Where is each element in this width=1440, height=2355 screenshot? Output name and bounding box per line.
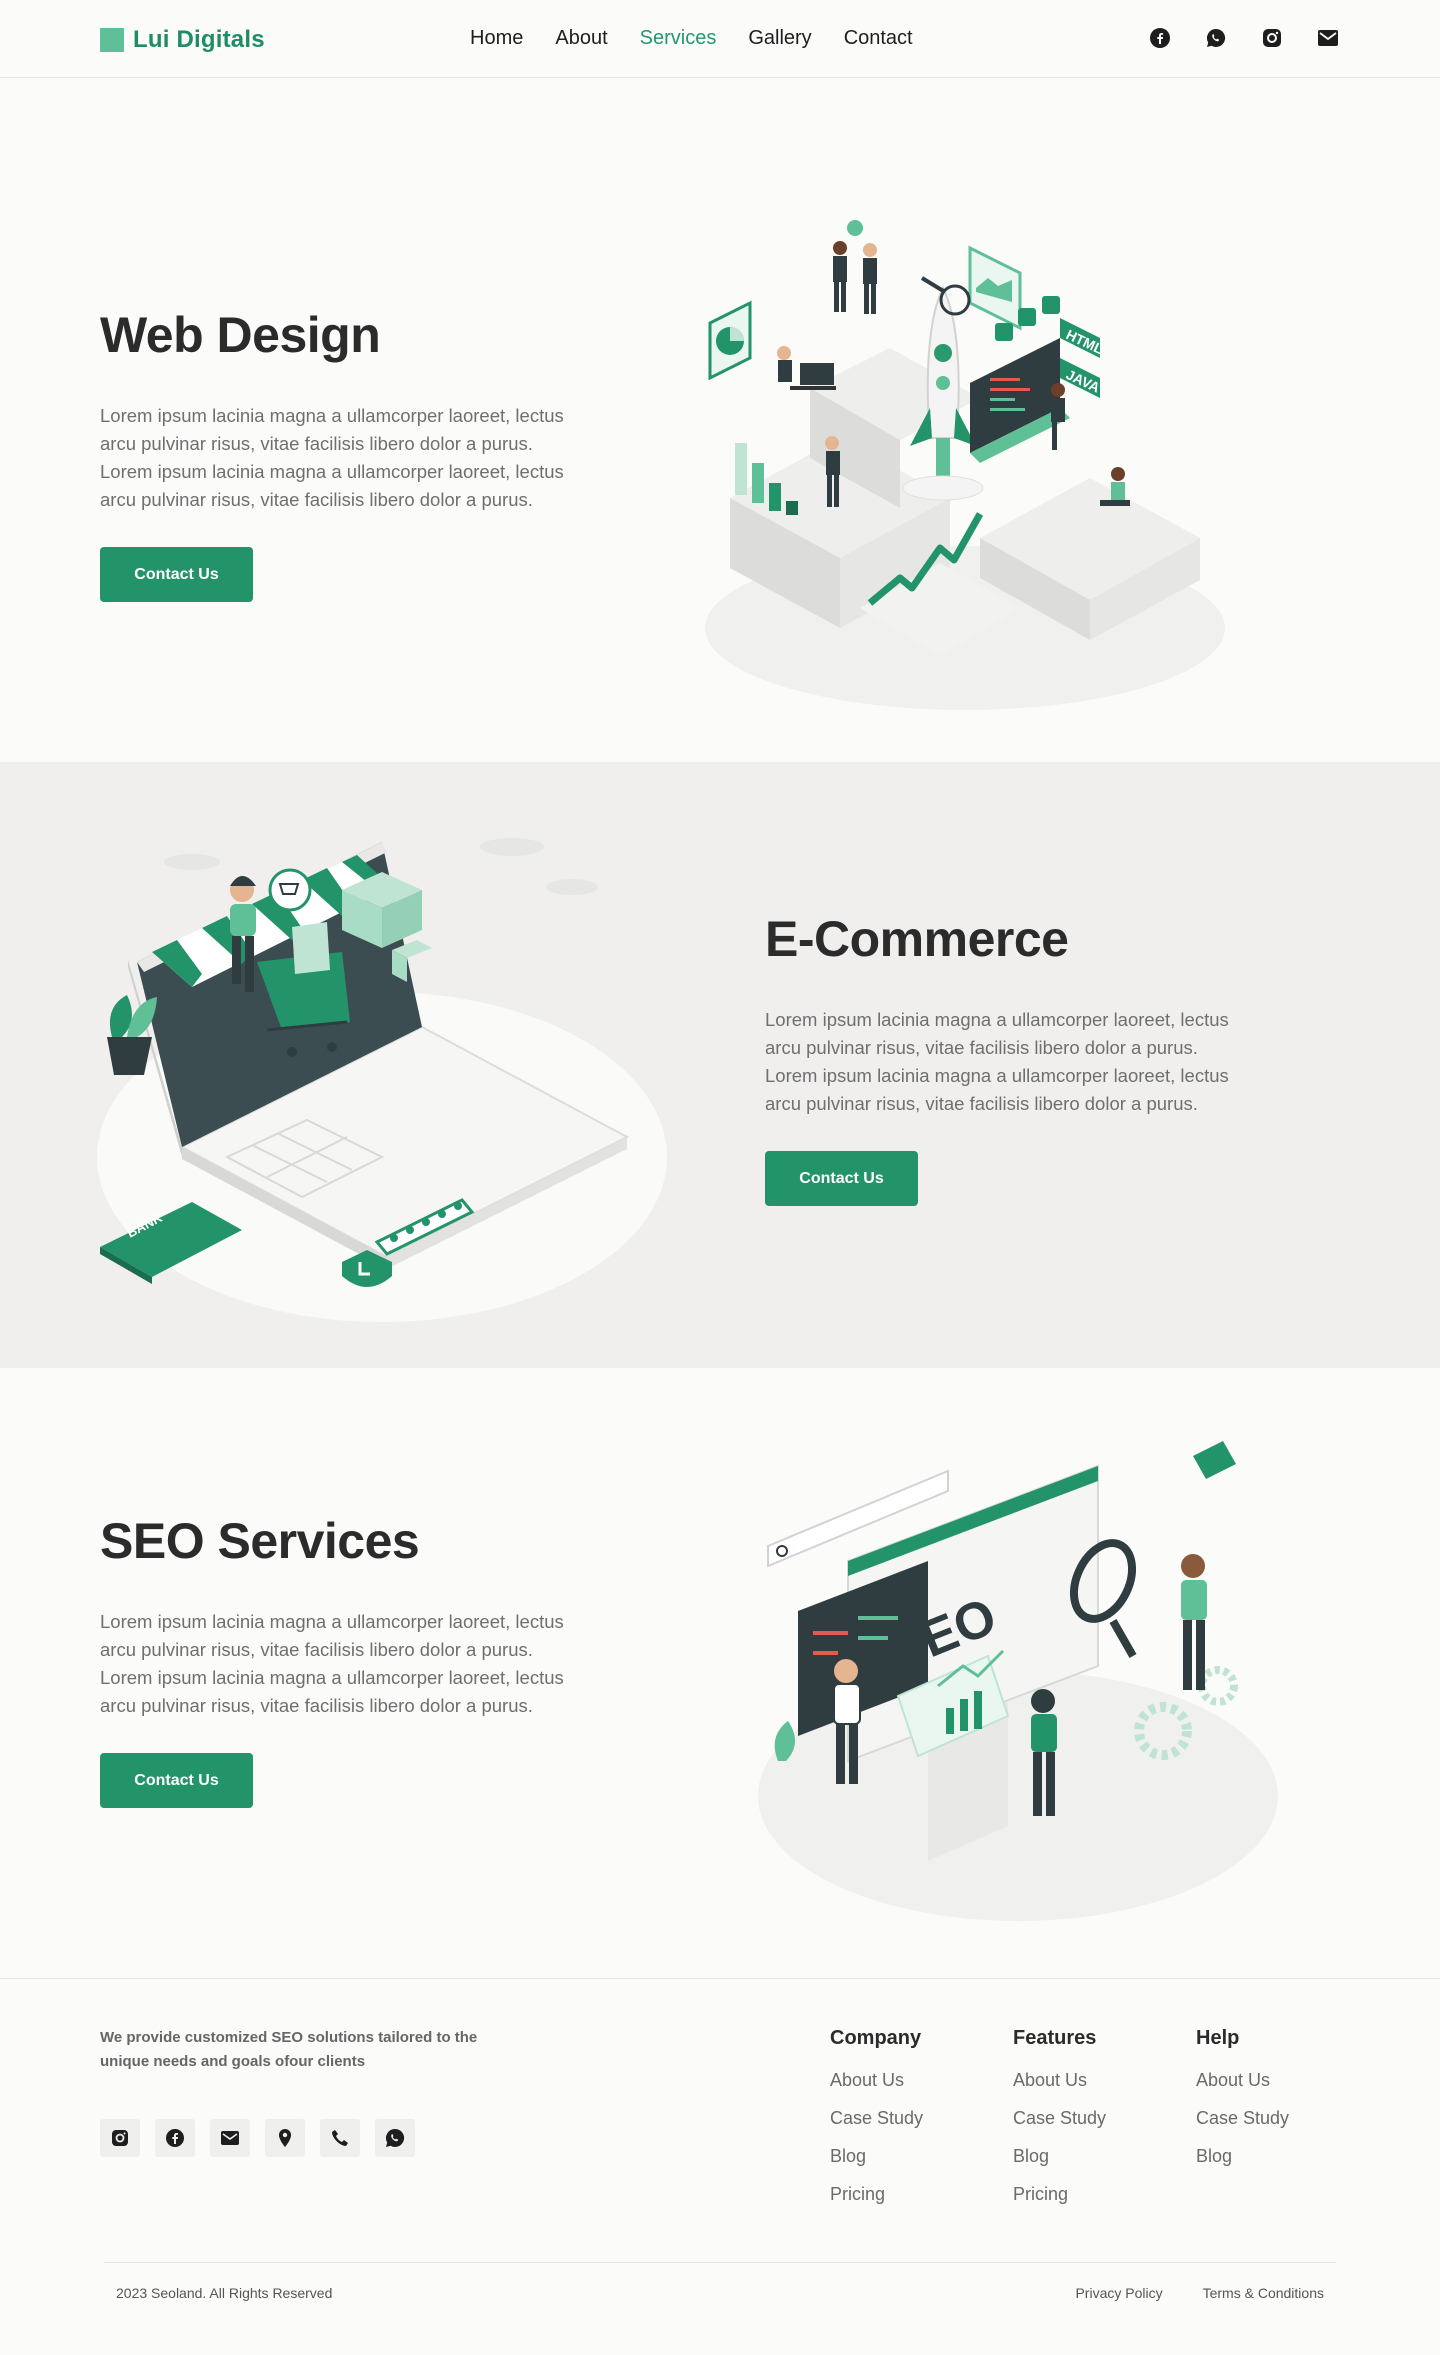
footer-link[interactable]: Pricing <box>1013 2184 1106 2205</box>
nav-about[interactable]: About <box>555 27 607 50</box>
nav-services[interactable]: Services <box>640 27 717 50</box>
main-nav: Home About Services Gallery Contact <box>470 27 913 50</box>
footer-link[interactable]: Case Study <box>1013 2108 1106 2129</box>
site-header: Lui Digitals Home About Services Gallery… <box>0 0 1440 78</box>
web-design-illustration: HTML JAVA <box>705 220 1225 710</box>
terms-conditions-link[interactable]: Terms & Conditions <box>1203 2285 1324 2301</box>
footer-column-help: Help About Us Case Study Blog <box>1196 2027 1289 2184</box>
footer-column-features: Features About Us Case Study Blog Pricin… <box>1013 2027 1106 2222</box>
nav-home[interactable]: Home <box>470 27 523 50</box>
ecommerce-content: E-Commerce Lorem ipsum lacinia magna a u… <box>765 910 1265 1206</box>
footer-link[interactable]: Blog <box>1013 2146 1106 2167</box>
section-title: E-Commerce <box>765 911 1069 967</box>
privacy-policy-link[interactable]: Privacy Policy <box>1075 2285 1162 2301</box>
whatsapp-icon[interactable] <box>375 2119 415 2157</box>
seo-illustration: SEO <box>758 1441 1278 1921</box>
seo-content: SEO Services Lorem ipsum lacinia magna a… <box>100 1512 600 1808</box>
section-title: SEO Services <box>100 1513 420 1569</box>
nav-contact[interactable]: Contact <box>844 27 913 50</box>
footer-link[interactable]: About Us <box>1196 2070 1289 2091</box>
footer-link[interactable]: Case Study <box>1196 2108 1289 2129</box>
email-icon[interactable] <box>1316 26 1340 50</box>
site-footer: We provide customized SEO solutions tail… <box>0 1978 1440 2355</box>
footer-tagline: We provide customized SEO solutions tail… <box>100 2029 478 2070</box>
seo-section: SEO Services Lorem ipsum lacinia magna a… <box>0 1368 1440 1978</box>
footer-link[interactable]: About Us <box>830 2070 923 2091</box>
footer-link[interactable]: Pricing <box>830 2184 923 2205</box>
instagram-icon[interactable] <box>1260 26 1284 50</box>
nav-gallery[interactable]: Gallery <box>748 27 811 50</box>
section-body: Lorem ipsum lacinia magna a ullamcorper … <box>100 405 564 510</box>
ecommerce-illustration: BANK <box>97 838 667 1322</box>
email-icon[interactable] <box>210 2119 250 2157</box>
footer-social-links <box>100 2119 415 2157</box>
web-design-section: Web Design Lorem ipsum lacinia magna a u… <box>0 78 1440 762</box>
footer-column-heading: Help <box>1196 2027 1240 2049</box>
logo-mark <box>100 28 124 52</box>
legal-links: Privacy Policy Terms & Conditions <box>1075 2285 1324 2301</box>
copyright-text: 2023 Seoland. All Rights Reserved <box>116 2285 333 2301</box>
footer-column-company: Company About Us Case Study Blog Pricing <box>830 2027 923 2222</box>
footer-link[interactable]: About Us <box>1013 2070 1106 2091</box>
contact-us-button[interactable]: Contact Us <box>100 1753 253 1808</box>
web-design-content: Web Design Lorem ipsum lacinia magna a u… <box>100 306 600 602</box>
footer-link[interactable]: Blog <box>1196 2146 1289 2167</box>
section-body: Lorem ipsum lacinia magna a ullamcorper … <box>765 1009 1229 1114</box>
contact-us-button[interactable]: Contact Us <box>765 1151 918 1206</box>
contact-us-button[interactable]: Contact Us <box>100 547 253 602</box>
header-social-links <box>1148 26 1340 50</box>
footer-link[interactable]: Blog <box>830 2146 923 2167</box>
instagram-icon[interactable] <box>100 2119 140 2157</box>
facebook-icon[interactable] <box>1148 26 1172 50</box>
section-body: Lorem ipsum lacinia magna a ullamcorper … <box>100 1611 564 1716</box>
footer-link[interactable]: Case Study <box>830 2108 923 2129</box>
whatsapp-icon[interactable] <box>1204 26 1228 50</box>
logo[interactable]: Lui Digitals <box>100 26 265 54</box>
brand-name: Lui Digitals <box>133 26 265 53</box>
section-title: Web Design <box>100 307 381 363</box>
ecommerce-section: BANK E-Commerce Lorem ipsum lacinia magn… <box>0 762 1440 1368</box>
footer-column-heading: Company <box>830 2027 922 2049</box>
location-icon[interactable] <box>265 2119 305 2157</box>
footer-bottom-bar: 2023 Seoland. All Rights Reserved Privac… <box>104 2262 1336 2301</box>
facebook-icon[interactable] <box>155 2119 195 2157</box>
footer-column-heading: Features <box>1013 2027 1097 2049</box>
phone-icon[interactable] <box>320 2119 360 2157</box>
